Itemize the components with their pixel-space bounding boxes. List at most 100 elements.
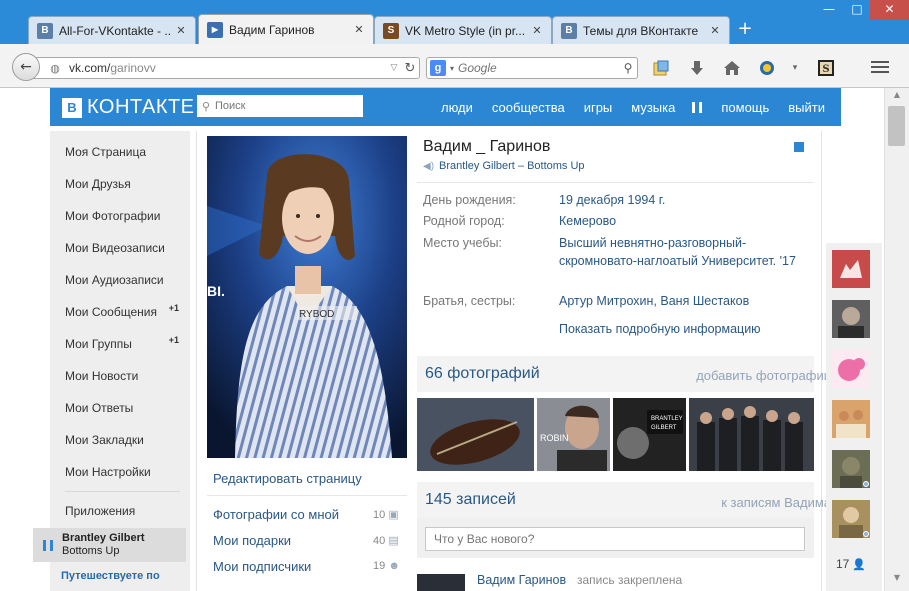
sidebar-item-news[interactable]: Мои Новости xyxy=(65,369,185,383)
reload-icon[interactable]: ↻ xyxy=(401,61,419,76)
tab-vk-themes[interactable]: B Темы для ВКонтакте ✕ xyxy=(552,16,730,44)
sidebar-item-apps[interactable]: Приложения xyxy=(65,504,185,518)
sidebar-item-photos[interactable]: Мои Фотографии xyxy=(65,209,185,223)
to-vadim-posts-link[interactable]: к записям Вадима xyxy=(721,495,831,510)
travel-promo-link[interactable]: Путешествуете по xyxy=(61,570,160,582)
search-icon[interactable]: ⚲ xyxy=(619,61,637,75)
tab-vadim-garinov[interactable]: ▶ Вадим Гаринов ✕ xyxy=(198,14,374,44)
friends-count[interactable]: 17 👤 xyxy=(836,557,866,571)
nav-people[interactable]: люди xyxy=(441,100,473,115)
window-close-icon[interactable]: ✕ xyxy=(870,0,909,20)
pause-icon[interactable] xyxy=(692,101,703,113)
photo-thumb[interactable]: BRANTLEY GILBERT xyxy=(613,398,686,471)
sidebar-item-answers[interactable]: Мои Ответы xyxy=(65,401,185,415)
friend-avatar[interactable] xyxy=(832,400,870,438)
add-photos-link[interactable]: добавить фотографии xyxy=(696,368,831,383)
chevron-down-icon[interactable]: ▾ xyxy=(784,57,806,79)
edit-page-link[interactable]: Редактировать страницу xyxy=(213,471,362,486)
nav-help[interactable]: помощь xyxy=(721,100,769,115)
friend-avatar[interactable] xyxy=(832,250,870,288)
minimize-icon[interactable]: — xyxy=(814,0,844,20)
photo-thumb[interactable] xyxy=(417,398,534,471)
chevron-down-icon[interactable]: ▽ xyxy=(387,63,401,73)
close-icon[interactable]: ✕ xyxy=(531,24,543,37)
chevron-down-icon[interactable]: ▾ xyxy=(446,64,458,73)
addon-icon[interactable] xyxy=(756,57,778,79)
scroll-thumb[interactable] xyxy=(888,106,905,146)
browser-search-input[interactable] xyxy=(458,61,619,75)
pause-icon[interactable] xyxy=(43,540,53,551)
scroll-up-icon[interactable]: ▲ xyxy=(885,90,909,106)
new-post-input[interactable] xyxy=(425,527,805,551)
address-text[interactable]: vk.com/garinovv xyxy=(69,61,387,75)
address-bar[interactable]: ◍ vk.com/garinovv ▽ ↻ xyxy=(30,57,420,79)
friend-avatar[interactable] xyxy=(832,300,870,338)
nav-games[interactable]: игры xyxy=(584,100,613,115)
sidebar-item-messages[interactable]: Мои Сообщения +1 xyxy=(65,303,185,319)
post-avatar[interactable] xyxy=(417,574,465,591)
back-button[interactable]: ← xyxy=(12,53,40,81)
vk-logo[interactable]: B КОНТАКТЕ xyxy=(62,96,195,119)
page-scrollbar[interactable]: ▲ ▼ xyxy=(884,88,909,591)
vk-search[interactable]: ⚲ xyxy=(197,95,363,117)
download-icon[interactable] xyxy=(686,57,708,79)
close-icon[interactable]: ✕ xyxy=(709,24,721,37)
my-gifts-link[interactable]: Мои подарки xyxy=(213,533,291,548)
sidebar-item-my-page[interactable]: Моя Страница xyxy=(65,145,185,159)
vk-logo-text: КОНТАКТЕ xyxy=(87,96,195,118)
svg-text:GILBERT: GILBERT xyxy=(651,425,677,431)
browser-search[interactable]: g ▾ ⚲ xyxy=(426,57,638,79)
camera-icon: ▣ xyxy=(388,509,399,521)
vk-search-input[interactable] xyxy=(215,100,363,112)
wall-post: Вадим Гаринов запись закреплена xyxy=(417,572,814,591)
info-value-birthday[interactable]: 19 декабря 1994 г. xyxy=(559,191,665,209)
sidebar-divider xyxy=(65,491,180,492)
nav-communities[interactable]: сообщества xyxy=(492,100,565,115)
nav-logout[interactable]: выйти xyxy=(788,100,825,115)
stylish-icon[interactable]: S xyxy=(815,57,837,79)
wall-section-title[interactable]: 145 записей xyxy=(425,491,516,509)
hamburger-menu-icon[interactable] xyxy=(868,58,892,76)
photos-with-me-count: 10 ▣ xyxy=(373,509,399,521)
tab-vk-metro-style[interactable]: S VK Metro Style (in pr... ✕ xyxy=(374,16,552,44)
friend-avatar[interactable] xyxy=(832,500,870,538)
photos-with-me-link[interactable]: Фотографии со мной xyxy=(213,507,339,522)
svg-text:S: S xyxy=(822,64,829,75)
maximize-icon[interactable]: □ xyxy=(844,0,870,20)
sidebar-item-bookmarks[interactable]: Мои Закладки xyxy=(65,433,185,447)
post-author[interactable]: Вадим Гаринов xyxy=(477,573,566,587)
sidebar-item-friends[interactable]: Мои Друзья xyxy=(65,177,185,191)
arrow-left-icon: ← xyxy=(20,59,32,75)
profile-status[interactable]: ◀) Brantley Gilbert – Bottoms Up xyxy=(423,160,585,172)
divider xyxy=(417,182,814,183)
sidebar-item-audio[interactable]: Мои Аудиозаписи xyxy=(65,273,185,287)
close-icon[interactable]: ✕ xyxy=(353,23,365,36)
player-song: Bottoms Up xyxy=(62,545,120,557)
sidebar-item-groups[interactable]: Мои Группы +1 xyxy=(65,335,185,351)
friend-avatar[interactable] xyxy=(832,450,870,488)
friend-avatar[interactable] xyxy=(832,350,870,388)
info-value-siblings[interactable]: Артур Митрохин, Ваня Шестаков xyxy=(559,292,749,310)
photos-section-title[interactable]: 66 фотографий xyxy=(425,365,540,383)
vk-logo-icon: B xyxy=(62,97,82,118)
audio-player[interactable]: Brantley Gilbert Bottoms Up xyxy=(33,528,186,562)
info-value-education[interactable]: Высший невнятно-разговорный-скромновато-… xyxy=(559,234,804,270)
vk-favicon-icon: B xyxy=(37,22,53,39)
photo-thumb[interactable] xyxy=(689,398,814,471)
tab-all-for-vkontakte[interactable]: B All-For-VKontakte - ... ✕ xyxy=(28,16,196,44)
svg-text:BI.: BI. xyxy=(207,283,225,299)
photo-thumb[interactable]: ROBIN xyxy=(537,398,610,471)
sidebar-item-videos[interactable]: Мои Видеозаписи xyxy=(65,241,185,255)
my-followers-link[interactable]: Мои подписчики xyxy=(213,559,311,574)
info-value-hometown[interactable]: Кемерово xyxy=(559,212,616,230)
svg-text:RYBOD: RYBOD xyxy=(299,309,334,320)
sidebar-item-settings[interactable]: Мои Настройки xyxy=(65,465,185,479)
show-full-info-link[interactable]: Показать подробную информацию xyxy=(559,322,761,336)
nav-music[interactable]: музыка xyxy=(631,100,675,115)
close-icon[interactable]: ✕ xyxy=(175,24,187,37)
scroll-down-icon[interactable]: ▼ xyxy=(885,573,909,589)
clipboard-icon[interactable] xyxy=(650,57,672,79)
new-tab-icon[interactable]: + xyxy=(735,20,755,40)
home-icon[interactable] xyxy=(721,57,743,79)
profile-photo[interactable]: BI. RYBOD xyxy=(207,136,407,458)
